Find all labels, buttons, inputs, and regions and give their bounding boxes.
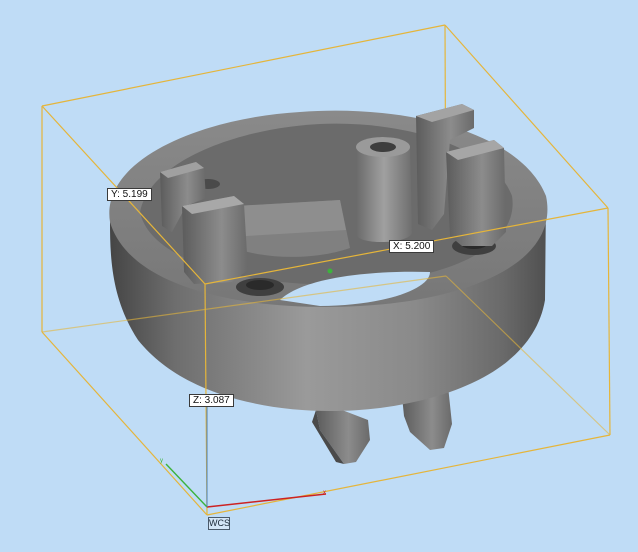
- dimension-label-y: Y: 5.199: [107, 188, 152, 201]
- y-axis-letter: y: [160, 458, 163, 464]
- dimension-label-z: Z: 3.087: [189, 394, 234, 407]
- scene-canvas[interactable]: [0, 0, 638, 552]
- 3d-viewport[interactable]: Y: 5.199 X: 5.200 Z: 3.087 x y WCS: [0, 0, 638, 552]
- dimension-label-x: X: 5.200: [389, 240, 435, 253]
- axis-triad: [165, 404, 327, 508]
- x-axis-letter: x: [323, 490, 326, 496]
- wcs-label: WCS: [208, 517, 230, 530]
- part-body: [109, 104, 548, 412]
